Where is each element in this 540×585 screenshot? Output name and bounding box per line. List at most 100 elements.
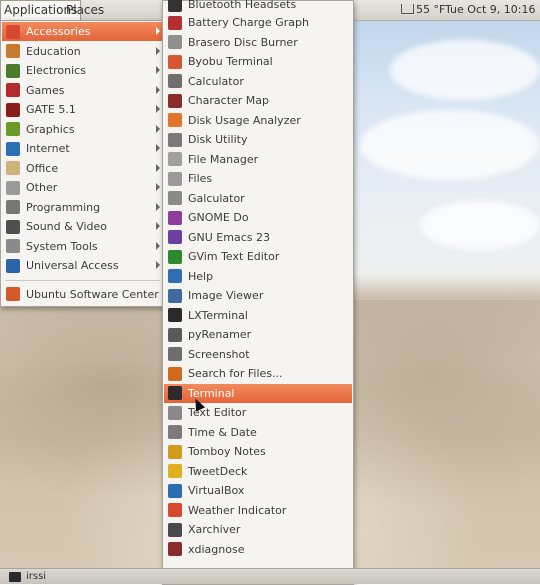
submenu-arrow-icon [156, 261, 160, 269]
file-manager-icon [168, 152, 182, 166]
submenu-item-label: Byobu Terminal [188, 55, 273, 68]
menu-item-office[interactable]: Office [2, 159, 163, 178]
tomboy-icon [168, 444, 182, 459]
submenu-item-label: LXTerminal [188, 308, 248, 322]
submenu-item-gnome-do[interactable]: GNOME Do [164, 208, 352, 227]
menu-item-label: Ubuntu Software Center [26, 287, 159, 301]
menu-item-label: Graphics [26, 122, 75, 136]
menu-item-sound-video[interactable]: Sound & Video [2, 217, 163, 236]
battery-graph-icon [168, 15, 182, 30]
clock-indicator[interactable]: Tue Oct 9, 10:16 PM [445, 0, 540, 20]
submenu-item-help[interactable]: Help [164, 267, 352, 286]
cloud [420, 200, 540, 250]
menu-item-electronics[interactable]: Electronics [2, 61, 163, 80]
other-icon [6, 180, 20, 195]
graphics-icon [6, 122, 20, 136]
games-icon [6, 83, 20, 97]
submenu-item-screenshot[interactable]: Screenshot [164, 345, 352, 364]
submenu-item-calculator[interactable]: Calculator [164, 72, 352, 91]
search-icon [168, 366, 182, 381]
submenu-arrow-icon [156, 124, 160, 133]
menu-item-label: GATE 5.1 [26, 103, 76, 116]
submenu-item-bluetooth-headsets[interactable]: Bluetooth Headsets [164, 0, 352, 14]
calculator-icon [168, 74, 182, 88]
disk-usage-icon [168, 113, 182, 127]
taskbar-item-irssi[interactable]: irssi [6, 570, 156, 583]
gate-icon [6, 102, 20, 117]
submenu-item-label: xdiagnose [188, 542, 245, 556]
submenu-item-label: GVim Text Editor [188, 250, 280, 263]
places-menu-button[interactable]: Places [63, 1, 107, 19]
weather-indicator[interactable]: 55 °F [401, 0, 445, 20]
menu-item-programming[interactable]: Programming [2, 198, 163, 217]
submenu-arrow-icon [156, 27, 160, 35]
submenu-item-label: GNU Emacs 23 [188, 230, 270, 244]
submenu-item-gvim-text-editor[interactable]: GVim Text Editor [164, 247, 352, 266]
submenu-item-text-editor[interactable]: Text Editor [164, 403, 352, 422]
submenu-item-label: Battery Charge Graph [188, 16, 309, 29]
submenu-item-tweetdeck[interactable]: TweetDeck [164, 462, 352, 481]
submenu-item-disk-utility[interactable]: Disk Utility [164, 130, 352, 149]
accessories-submenu: Bluetooth Headsets Battery Charge Graph Br… [162, 0, 354, 585]
image-viewer-icon [168, 288, 182, 303]
submenu-item-brasero-disc-burner[interactable]: Brasero Disc Burner [164, 33, 352, 52]
submenu-item-galculator[interactable]: Galculator [164, 189, 352, 208]
character-map-icon [168, 93, 182, 108]
internet-icon [6, 141, 20, 156]
submenu-item-label: Weather Indicator [188, 503, 287, 517]
submenu-item-files[interactable]: Files [164, 169, 352, 188]
submenu-item-search-for-files[interactable]: Search for Files... [164, 364, 352, 383]
submenu-arrow-icon [156, 202, 160, 211]
menu-item-label: Electronics [26, 64, 86, 77]
submenu-item-xdiagnose[interactable]: xdiagnose [164, 540, 352, 559]
submenu-item-image-viewer[interactable]: Image Viewer [164, 286, 352, 305]
submenu-item-lxterminal[interactable]: LXTerminal [164, 306, 352, 325]
menu-item-universal-access[interactable]: Universal Access [2, 256, 163, 275]
submenu-arrow-icon [156, 66, 160, 74]
submenu-item-xarchiver[interactable]: Xarchiver [164, 520, 352, 539]
menu-item-graphics[interactable]: Graphics [2, 120, 163, 139]
submenu-item-byobu-terminal[interactable]: Byobu Terminal [164, 52, 352, 71]
menu-item-internet[interactable]: Internet [2, 139, 163, 158]
submenu-item-gnu-emacs-23[interactable]: GNU Emacs 23 [164, 228, 352, 247]
submenu-item-file-manager[interactable]: File Manager [164, 150, 352, 169]
applications-menu: Accessories Education Electronics Games GATE… [0, 20, 165, 307]
help-icon [168, 269, 182, 283]
submenu-item-label: Time & Date [188, 425, 257, 439]
submenu-item-disk-usage-analyzer[interactable]: Disk Usage Analyzer [164, 111, 352, 130]
screenshot-icon [168, 347, 182, 361]
menu-item-ubuntu-software-center[interactable]: Ubuntu Software Center [2, 285, 163, 304]
menu-item-gate-5-1[interactable]: GATE 5.1 [2, 100, 163, 119]
menu-item-education[interactable]: Education [2, 42, 163, 61]
submenu-item-battery-charge-graph[interactable]: Battery Charge Graph [164, 13, 352, 32]
xarchiver-icon [168, 522, 182, 537]
galculator-icon [168, 191, 182, 205]
virtualbox-icon [168, 483, 182, 498]
submenu-item-label: Files [188, 172, 213, 185]
submenu-item-label: VirtualBox [188, 484, 245, 497]
menu-item-other[interactable]: Other [2, 178, 163, 197]
menu-item-games[interactable]: Games [2, 81, 163, 100]
accessories-icon [6, 24, 20, 39]
submenu-item-label: Bluetooth Headsets [188, 0, 297, 11]
menu-item-system-tools[interactable]: System Tools [2, 237, 163, 256]
submenu-item-label: Screenshot [188, 347, 250, 361]
menu-item-label: Sound & Video [26, 220, 108, 233]
submenu-item-time-date[interactable]: Time & Date [164, 423, 352, 442]
taskbar-item-label: irssi [26, 571, 47, 582]
submenu-item-label: Xarchiver [188, 523, 241, 536]
cloud [390, 40, 540, 100]
office-icon [6, 161, 20, 175]
submenu-item-weather-indicator[interactable]: Weather Indicator [164, 501, 352, 520]
submenu-arrow-icon [156, 183, 160, 191]
submenu-item-label: Brasero Disc Burner [188, 35, 298, 49]
menu-item-accessories[interactable]: Accessories [2, 22, 163, 41]
submenu-item-tomboy-notes[interactable]: Tomboy Notes [164, 442, 352, 461]
submenu-item-label: Calculator [188, 74, 244, 88]
submenu-item-character-map[interactable]: Character Map [164, 91, 352, 110]
byobu-icon [168, 54, 182, 69]
submenu-item-label: pyRenamer [188, 328, 252, 341]
submenu-item-label: Disk Utility [188, 133, 248, 146]
submenu-item-pyrenamer[interactable]: pyRenamer [164, 325, 352, 344]
submenu-item-virtualbox[interactable]: VirtualBox [164, 481, 352, 500]
